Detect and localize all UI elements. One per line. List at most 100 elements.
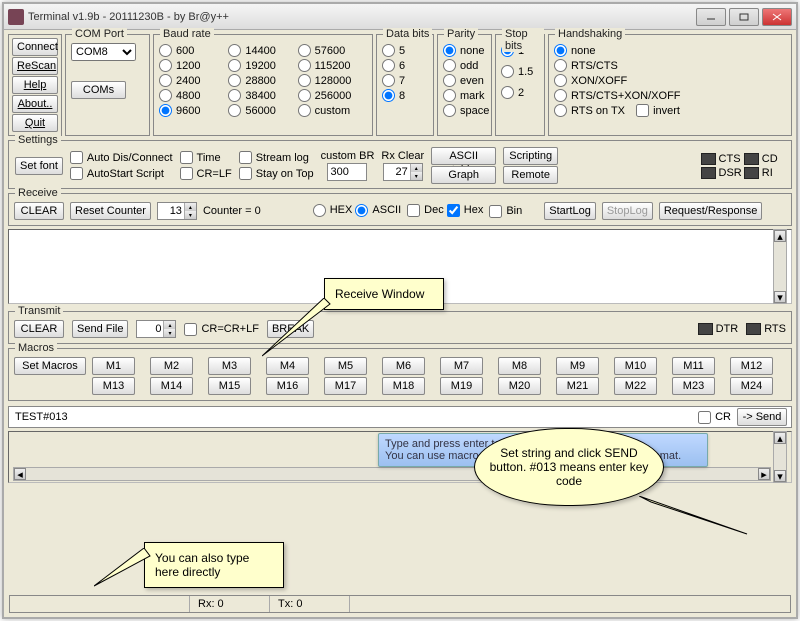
minimize-button[interactable] — [696, 8, 726, 26]
stopbits-2[interactable]: 2 — [501, 86, 539, 99]
stopbits-1.5[interactable]: 1.5 — [501, 65, 539, 78]
baud-38400[interactable]: 38400 — [228, 89, 297, 102]
macro-M15[interactable]: M15 — [208, 377, 251, 395]
time-check[interactable] — [180, 151, 193, 164]
crlf-check[interactable] — [180, 167, 193, 180]
parity-space[interactable]: space — [443, 104, 486, 117]
counter-spinner[interactable]: ▴▾ — [157, 202, 197, 220]
reset-counter-button[interactable]: Reset Counter — [70, 202, 151, 220]
maximize-button[interactable] — [729, 8, 759, 26]
send-button[interactable]: -> Send — [737, 408, 787, 426]
databits-7[interactable]: 7 — [382, 74, 428, 87]
receive-clear-button[interactable]: CLEAR — [14, 202, 64, 220]
macro-M12[interactable]: M12 — [730, 357, 773, 375]
quit-button[interactable]: Quit — [12, 114, 58, 132]
databits-5[interactable]: 5 — [382, 44, 428, 57]
macro-M20[interactable]: M20 — [498, 377, 541, 395]
custom-br-input[interactable] — [327, 163, 367, 181]
sendfile-button[interactable]: Send File — [72, 320, 128, 338]
reqresp-button[interactable]: Request/Response — [659, 202, 763, 220]
sendcr-check[interactable] — [698, 411, 711, 424]
macro-M13[interactable]: M13 — [92, 377, 135, 395]
hex-radio[interactable] — [313, 204, 326, 217]
handshake-1[interactable]: RTS/CTS — [554, 59, 786, 72]
baud-19200[interactable]: 19200 — [228, 59, 297, 72]
close-button[interactable] — [762, 8, 792, 26]
baud-14400[interactable]: 14400 — [228, 44, 297, 57]
handshake-4[interactable]: RTS on TX invert — [554, 104, 786, 117]
scroll-down-icon[interactable]: ▾ — [774, 470, 786, 482]
scripting-button[interactable]: Scripting — [503, 147, 558, 165]
handshake-2[interactable]: XON/XOFF — [554, 74, 786, 87]
send-input[interactable] — [13, 409, 692, 425]
scroll-down-icon[interactable]: ▾ — [774, 291, 786, 303]
parity-odd[interactable]: odd — [443, 59, 486, 72]
streamlog-check[interactable] — [239, 151, 252, 164]
macro-M17[interactable]: M17 — [324, 377, 367, 395]
setfont-button[interactable]: Set font — [15, 157, 63, 175]
baud-28800[interactable]: 28800 — [228, 74, 297, 87]
autodisconnect-check[interactable] — [70, 151, 83, 164]
scroll-up-icon[interactable]: ▴ — [774, 432, 786, 444]
macro-M3[interactable]: M3 — [208, 357, 251, 375]
macro-M18[interactable]: M18 — [382, 377, 425, 395]
setmacros-button[interactable]: Set Macros — [14, 357, 86, 375]
macro-M5[interactable]: M5 — [324, 357, 367, 375]
parity-mark[interactable]: mark — [443, 89, 486, 102]
parity-even[interactable]: even — [443, 74, 486, 87]
baud-56000[interactable]: 56000 — [228, 104, 297, 117]
scroll-right-icon[interactable]: ▸ — [758, 468, 770, 480]
macro-M10[interactable]: M10 — [614, 357, 657, 375]
macro-M24[interactable]: M24 — [730, 377, 773, 395]
baud-256000[interactable]: 256000 — [298, 89, 367, 102]
rxclear-spinner[interactable]: ▴▾ — [383, 163, 423, 181]
dtr-led[interactable] — [698, 323, 713, 335]
asciitable-button[interactable]: ASCII table — [431, 147, 496, 165]
baud-1200[interactable]: 1200 — [159, 59, 228, 72]
invert-check[interactable] — [636, 104, 649, 117]
macro-M14[interactable]: M14 — [150, 377, 193, 395]
baud-57600[interactable]: 57600 — [298, 44, 367, 57]
macro-M22[interactable]: M22 — [614, 377, 657, 395]
macro-M16[interactable]: M16 — [266, 377, 309, 395]
senddelay-spinner[interactable]: ▴▾ — [136, 320, 176, 338]
baud-9600[interactable]: 9600 — [159, 104, 228, 117]
break-button[interactable]: BREAK — [267, 320, 314, 338]
baud-600[interactable]: 600 — [159, 44, 228, 57]
crcrlf-check[interactable] — [184, 323, 197, 336]
hex-check[interactable] — [447, 204, 460, 217]
macro-M2[interactable]: M2 — [150, 357, 193, 375]
baud-4800[interactable]: 4800 — [159, 89, 228, 102]
rescan-button[interactable]: ReScan — [12, 57, 58, 75]
graph-button[interactable]: Graph — [431, 166, 496, 184]
autostartscript-check[interactable] — [70, 167, 83, 180]
databits-8[interactable]: 8 — [382, 89, 428, 102]
about-button[interactable]: About.. — [12, 95, 58, 113]
databits-6[interactable]: 6 — [382, 59, 428, 72]
baud-2400[interactable]: 2400 — [159, 74, 228, 87]
handshake-0[interactable]: none — [554, 44, 786, 57]
baud-128000[interactable]: 128000 — [298, 74, 367, 87]
scroll-left-icon[interactable]: ◂ — [14, 468, 26, 480]
baud-115200[interactable]: 115200 — [298, 59, 367, 72]
comport-select[interactable]: COM8 — [71, 43, 136, 61]
macro-M4[interactable]: M4 — [266, 357, 309, 375]
rts-led[interactable] — [746, 323, 761, 335]
macro-M9[interactable]: M9 — [556, 357, 599, 375]
macro-M21[interactable]: M21 — [556, 377, 599, 395]
ascii-radio[interactable] — [355, 204, 368, 217]
remote-button[interactable]: Remote — [503, 166, 558, 184]
macro-M6[interactable]: M6 — [382, 357, 425, 375]
help-button[interactable]: Help — [12, 76, 58, 94]
macro-M8[interactable]: M8 — [498, 357, 541, 375]
transmit-clear-button[interactable]: CLEAR — [14, 320, 64, 338]
scroll-up-icon[interactable]: ▴ — [774, 230, 786, 242]
connect-button[interactable]: Connect — [12, 38, 58, 56]
startlog-button[interactable]: StartLog — [544, 202, 596, 220]
macro-M19[interactable]: M19 — [440, 377, 483, 395]
coms-button[interactable]: COMs — [71, 81, 126, 99]
baud-custom[interactable]: custom — [298, 104, 367, 117]
macro-M11[interactable]: M11 — [672, 357, 715, 375]
dec-check[interactable] — [407, 204, 420, 217]
stayontop-check[interactable] — [239, 167, 252, 180]
